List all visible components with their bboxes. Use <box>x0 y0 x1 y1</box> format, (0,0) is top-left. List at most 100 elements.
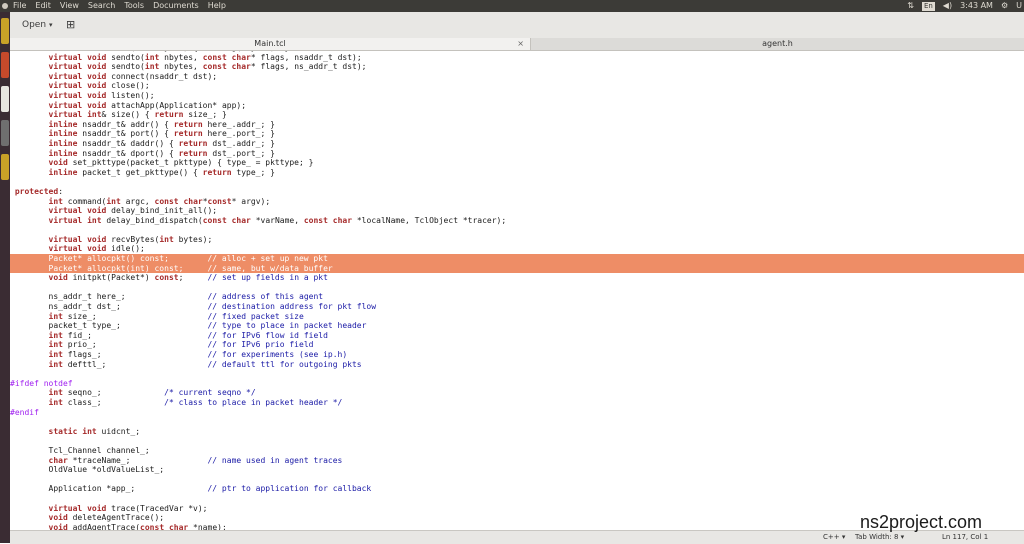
code-line[interactable]: packet_t type_; // type to place in pack… <box>10 321 1024 331</box>
code-line[interactable]: virtual void sendto(int nbytes, const ch… <box>10 53 1024 63</box>
menu-search[interactable]: Search <box>87 0 116 12</box>
code-line-text: void addAgentTrace(const char *name); <box>48 522 227 530</box>
close-icon[interactable]: × <box>517 38 524 50</box>
network-icon[interactable]: ⇅ <box>907 0 914 12</box>
code-line[interactable]: virtual void recvBytes(int bytes); <box>10 235 1024 245</box>
launcher <box>0 12 10 543</box>
menu-help[interactable]: Help <box>207 0 227 12</box>
watermark: ns2project.com <box>860 512 983 532</box>
language-selector[interactable]: C++ ▾ <box>823 531 845 544</box>
menu-file[interactable]: File <box>12 0 27 12</box>
code-line-text: protected: <box>14 186 64 196</box>
code-line[interactable]: int class_; /* class to place in packet … <box>10 398 1024 408</box>
code-line[interactable]: int flags_; // for experiments (see ip.h… <box>10 350 1024 360</box>
code-line[interactable] <box>10 494 1024 504</box>
code-line[interactable]: virtual void sendto(int nbytes, const ch… <box>10 62 1024 72</box>
volume-icon[interactable]: ◀) <box>943 0 952 12</box>
editor-toolbar: Open ▾ ⊞ <box>10 12 1024 39</box>
new-document-icon[interactable]: ⊞ <box>66 18 75 32</box>
code-line[interactable]: ns_addr_t dst_; // destination address f… <box>10 302 1024 312</box>
code-line-text: static int uidcnt_; <box>48 426 141 436</box>
code-line[interactable]: virtual void connect(nsaddr_t dst); <box>10 72 1024 82</box>
open-button[interactable]: Open ▾ <box>18 17 57 33</box>
code-line[interactable]: Tcl_Channel channel_; <box>10 446 1024 456</box>
code-line[interactable] <box>10 369 1024 379</box>
code-line[interactable] <box>10 417 1024 427</box>
code-line[interactable]: int command(int argc, const char*const* … <box>10 197 1024 207</box>
code-line[interactable]: virtual void delay_bind_init_all(); <box>10 206 1024 216</box>
highlighted-code-line[interactable]: Packet* allocpkt(int) const; // same, bu… <box>10 263 1024 274</box>
code-line-text: ns_addr_t here_; // address of this agen… <box>10 292 324 302</box>
code-line-text: virtual void delay_bind_init_all(); <box>48 206 218 216</box>
launcher-app-icon[interactable] <box>1 154 9 180</box>
code-line[interactable] <box>10 475 1024 485</box>
code-line[interactable]: int defttl_; // default ttl for outgoing… <box>10 360 1024 370</box>
clock[interactable]: 3:43 AM <box>960 0 993 12</box>
code-line[interactable]: char *traceName_; // name used in agent … <box>10 456 1024 466</box>
code-line-text: virtual void listen(); <box>48 90 155 100</box>
code-line-text: #endif <box>10 407 39 417</box>
code-line[interactable]: int size_; // fixed packet size <box>10 312 1024 322</box>
code-line-text: virtual void connect(nsaddr_t dst); <box>48 71 218 81</box>
tab-main-tcl[interactable]: Main.tcl × <box>10 38 531 50</box>
code-line[interactable]: int fid_; // for IPv6 flow id field <box>10 331 1024 341</box>
code-line-text: virtual void close(); <box>48 81 150 91</box>
launcher-app-icon[interactable] <box>1 120 9 146</box>
code-line[interactable]: virtual void attachApp(Application* app)… <box>10 101 1024 111</box>
code-line[interactable]: Application *app_; // ptr to application… <box>10 484 1024 494</box>
open-button-label: Open <box>22 20 47 30</box>
code-line-text: packet_t type_; // type to place in pack… <box>10 321 367 331</box>
code-line[interactable]: void initpkt(Packet*) const; // set up f… <box>10 273 1024 283</box>
code-line[interactable] <box>10 177 1024 187</box>
highlighted-code-line[interactable]: Packet* allocpkt() const; // alloc + set… <box>10 254 1024 264</box>
tab-label: agent.h <box>762 39 793 48</box>
settings-icon[interactable]: ⚙ <box>1001 0 1008 12</box>
tab-label: Main.tcl <box>254 39 286 48</box>
code-line-text: OldValue *oldValueList_; <box>10 465 165 475</box>
code-line-text: Application *app_; // ptr to application… <box>10 484 372 494</box>
code-line[interactable]: int seqno_; /* current seqno */ <box>10 388 1024 398</box>
code-line[interactable]: inline nsaddr_t& addr() { return here_.a… <box>10 120 1024 130</box>
code-line[interactable]: void set_pkttype(packet_t pkttype) { typ… <box>10 158 1024 168</box>
code-line[interactable]: virtual int& size() { return size_; } <box>10 110 1024 120</box>
language-label: C++ <box>823 533 840 541</box>
code-line[interactable]: #ifdef notdef <box>10 379 1024 389</box>
code-line-text: virtual void attachApp(Application* app)… <box>48 100 247 110</box>
code-line-text: inline nsaddr_t& dport() { return dst_.p… <box>48 148 275 158</box>
code-line[interactable]: static int uidcnt_; <box>10 427 1024 437</box>
launcher-app-icon[interactable] <box>1 86 9 112</box>
code-line[interactable]: #endif <box>10 408 1024 418</box>
launcher-app-icon[interactable] <box>1 18 9 44</box>
code-line-text: inline nsaddr_t& addr() { return here_.a… <box>48 119 275 129</box>
launcher-app-icon[interactable] <box>1 52 9 78</box>
code-line[interactable]: virtual void listen(); <box>10 91 1024 101</box>
code-editor[interactable]: virtual void send(int nbytes) { sendmsg(… <box>10 51 1024 530</box>
code-line-text: void initpkt(Packet*) const; // set up f… <box>48 273 328 283</box>
menu-view[interactable]: View <box>59 0 80 12</box>
code-line[interactable] <box>10 436 1024 446</box>
code-line[interactable]: inline nsaddr_t& port() { return here_.p… <box>10 129 1024 139</box>
code-line-text: int seqno_; /* current seqno */ <box>48 388 256 398</box>
code-line[interactable]: virtual void close(); <box>10 81 1024 91</box>
code-line[interactable]: virtual void idle(); <box>10 244 1024 254</box>
code-line[interactable]: protected: <box>10 187 1024 197</box>
code-line[interactable] <box>10 283 1024 293</box>
code-line-text: inline packet_t get_pkttype() { return t… <box>48 167 275 177</box>
code-line[interactable]: int prio_; // for IPv6 prio field <box>10 340 1024 350</box>
tab-agent-h[interactable]: agent.h <box>531 38 1024 50</box>
code-line-text: int fid_; // for IPv6 flow id field <box>48 330 328 340</box>
code-line[interactable]: inline nsaddr_t& dport() { return dst_.p… <box>10 149 1024 159</box>
code-line[interactable]: OldValue *oldValueList_; <box>10 465 1024 475</box>
app-menu: File Edit View Search Tools Documents He… <box>12 0 227 12</box>
code-line[interactable]: virtual int delay_bind_dispatch(const ch… <box>10 216 1024 226</box>
user-menu[interactable]: U <box>1016 0 1022 12</box>
code-line[interactable] <box>10 225 1024 235</box>
menu-edit[interactable]: Edit <box>34 0 52 12</box>
keyboard-layout-indicator[interactable]: En <box>921 2 935 11</box>
menu-documents[interactable]: Documents <box>152 0 200 12</box>
code-line[interactable]: ns_addr_t here_; // address of this agen… <box>10 292 1024 302</box>
code-line[interactable]: inline packet_t get_pkttype() { return t… <box>10 168 1024 178</box>
menu-tools[interactable]: Tools <box>123 0 145 12</box>
code-line[interactable]: inline nsaddr_t& daddr() { return dst_.a… <box>10 139 1024 149</box>
code-line-text: virtual int& size() { return size_; } <box>48 110 227 120</box>
